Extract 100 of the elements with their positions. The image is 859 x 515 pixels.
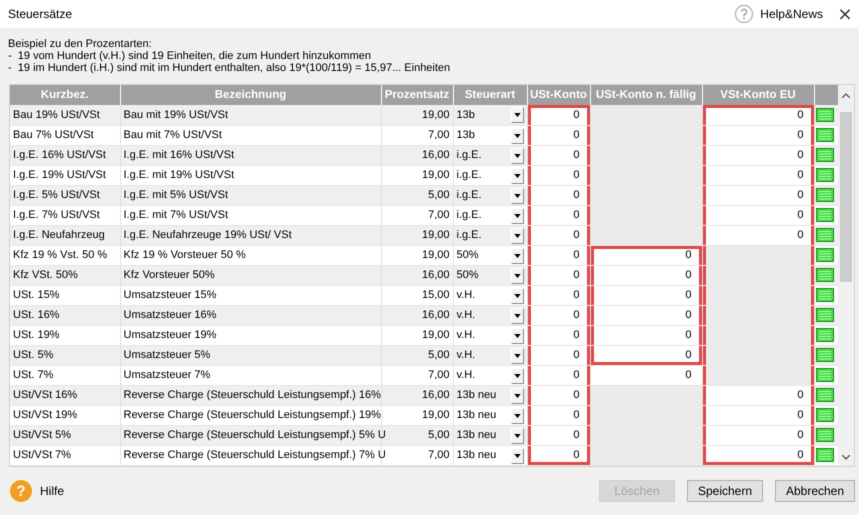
table-cell: Umsatzsteuer 5% — [120, 345, 381, 365]
list-button[interactable] — [816, 268, 834, 282]
scroll-down-icon[interactable] — [842, 455, 850, 460]
list-button[interactable] — [816, 328, 834, 342]
table-cell: 50% — [456, 269, 479, 281]
table-cell: i.g.E. — [456, 209, 482, 221]
table-cell: 0 — [527, 445, 590, 465]
caret-icon — [514, 334, 520, 338]
table-cell: USt. 15% — [10, 285, 120, 305]
table-cell: 13b — [456, 129, 475, 141]
dropdown-button[interactable] — [510, 168, 524, 184]
table-cell: 0 — [702, 425, 814, 445]
dropdown-button[interactable] — [510, 348, 524, 364]
table-cell: USt/VSt 5% — [10, 425, 120, 445]
table-cell: USt/VSt 19% — [10, 405, 120, 425]
list-button[interactable] — [816, 368, 834, 382]
table-cell: 0 — [527, 145, 590, 165]
list-button[interactable] — [816, 308, 834, 322]
table-cell: 0 — [527, 405, 590, 425]
table-cell: Umsatzsteuer 19% — [120, 325, 381, 345]
table-cell: USt/VSt 16% — [10, 385, 120, 405]
dropdown-button[interactable] — [510, 248, 524, 264]
info-heading: Beispiel zu den Prozentarten: — [8, 38, 153, 50]
table-cell: Umsatzsteuer 16% — [120, 305, 381, 325]
table-cell: I.g.E. 7% USt/VSt — [10, 205, 120, 225]
table-cell: 0 — [702, 405, 814, 425]
table-cell: 0 — [702, 225, 814, 245]
caret-icon — [514, 374, 520, 378]
list-button[interactable] — [816, 228, 834, 242]
list-button[interactable] — [816, 448, 834, 462]
table-cell: v.H. — [456, 369, 476, 381]
table-cell: Bau mit 7% USt/VSt — [120, 125, 381, 145]
dropdown-button[interactable] — [510, 128, 524, 144]
column-header[interactable]: Prozentsatz — [381, 85, 453, 105]
list-button[interactable] — [816, 388, 834, 402]
dialog-button[interactable]: Abbrechen — [775, 480, 855, 502]
dropdown-button[interactable] — [510, 388, 524, 404]
column-header[interactable]: VSt-Konto EU — [702, 85, 814, 105]
column-header[interactable]: Kurzbez. — [10, 85, 120, 105]
list-button[interactable] — [816, 348, 834, 362]
list-button[interactable] — [816, 408, 834, 422]
list-button[interactable] — [816, 248, 834, 262]
dialog-button[interactable]: Speichern — [687, 480, 763, 502]
table-cell: 0 — [527, 325, 590, 345]
caret-icon — [514, 414, 520, 418]
column-header[interactable]: USt-Konto — [527, 85, 590, 105]
help-icon[interactable] — [734, 4, 754, 24]
table-cell: 19,00 — [381, 245, 453, 265]
table-cell: 19,00 — [381, 165, 453, 185]
table-cell: 16,00 — [381, 385, 453, 405]
scroll-thumb[interactable] — [840, 112, 852, 282]
caret-icon — [514, 234, 520, 238]
table-cell: 7,00 — [381, 365, 453, 385]
help-news-link[interactable]: Help&News — [760, 7, 823, 21]
list-button[interactable] — [816, 148, 834, 162]
list-button[interactable] — [816, 208, 834, 222]
table-cell: Kfz 19 % Vst. 50 % — [10, 245, 120, 265]
list-button[interactable] — [816, 288, 834, 302]
table-cell: 16,00 — [381, 265, 453, 285]
column-header[interactable]: USt-Konto n. fällig — [590, 85, 702, 105]
dropdown-button[interactable] — [510, 448, 524, 464]
table-cell: USt. 16% — [10, 305, 120, 325]
close-button[interactable]: × — [831, 0, 859, 28]
dropdown-button[interactable] — [510, 268, 524, 284]
column-header[interactable]: Steuerart — [453, 85, 527, 105]
table-cell: Umsatzsteuer 7% — [120, 365, 381, 385]
column-header[interactable]: Bezeichnung — [120, 85, 381, 105]
table-cell: v.H. — [456, 329, 476, 341]
dropdown-button[interactable] — [510, 288, 524, 304]
list-button[interactable] — [816, 108, 834, 122]
scrollbar[interactable] — [838, 85, 854, 466]
table-cell: I.g.E. Neufahrzeug — [10, 225, 120, 245]
table-cell: 13b — [456, 108, 475, 121]
caret-icon — [514, 254, 520, 258]
list-button[interactable] — [816, 168, 834, 182]
list-button[interactable] — [816, 188, 834, 202]
info-line: - 19 im Hundert (i.H.) sind mit im Hundert enthalten, also 19*(100/119) = 15,97... Einheiten — [8, 62, 452, 74]
dropdown-button[interactable] — [510, 428, 524, 444]
dropdown-button[interactable] — [510, 148, 524, 164]
table-cell: 0 — [527, 185, 590, 205]
dropdown-button[interactable] — [510, 188, 524, 204]
list-button[interactable] — [816, 128, 834, 142]
scroll-up-icon[interactable] — [842, 93, 850, 98]
help-icon[interactable]: ? — [10, 480, 32, 502]
dropdown-button[interactable] — [510, 308, 524, 324]
table-cell: Kfz 19 % Vorsteuer 50 % — [120, 245, 381, 265]
caret-icon — [514, 454, 520, 458]
dropdown-button[interactable] — [510, 228, 524, 244]
dropdown-button[interactable] — [510, 107, 524, 123]
list-button[interactable] — [816, 428, 834, 442]
table-cell: 0 — [590, 285, 702, 305]
dropdown-button[interactable] — [510, 208, 524, 224]
dropdown-button[interactable] — [510, 368, 524, 384]
help-label[interactable]: Hilfe — [40, 484, 64, 498]
table-cell: 0 — [702, 185, 814, 205]
dropdown-button[interactable] — [510, 408, 524, 424]
table-cell: 16,00 — [381, 305, 453, 325]
caret-icon — [514, 134, 520, 138]
caret-icon — [514, 294, 520, 298]
dropdown-button[interactable] — [510, 328, 524, 344]
